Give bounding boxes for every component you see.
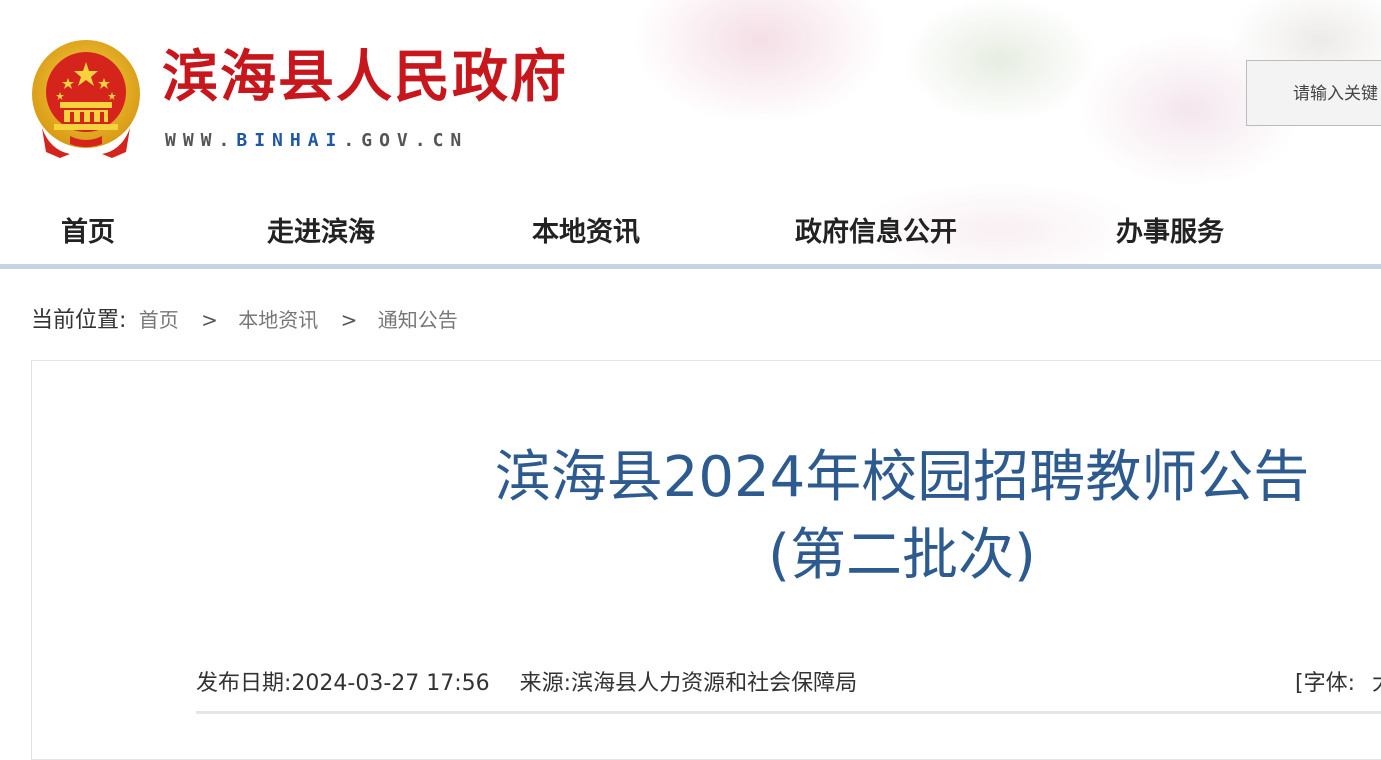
breadcrumb-separator: > [201, 308, 218, 332]
main-nav: 首页 走进滨海 本地资讯 政府信息公开 办事服务 [0, 190, 1381, 266]
breadcrumb-link-local-news[interactable]: 本地资讯 [238, 308, 318, 332]
breadcrumb-link-home[interactable]: 首页 [139, 308, 179, 332]
breadcrumb-lead: 当前位置: [31, 308, 127, 333]
site-url-domain: BINHAI [236, 130, 344, 151]
article-meta: 发布日期:2024-03-27 17:56 来源:滨海县人力资源和社会保障局 [196, 665, 857, 697]
publish-date: 2024-03-27 17:56 [291, 671, 490, 696]
site-title[interactable]: 滨海县人民政府 [162, 44, 568, 110]
article-title-line1: 滨海县2024年校园招聘教师公告 [494, 445, 1310, 510]
meta-divider [196, 711, 1381, 714]
article-title-line2: (第二批次) [768, 523, 1036, 588]
breadcrumb-link-notices[interactable]: 通知公告 [378, 308, 458, 332]
site-header: 滨海县人民政府 WWW.BINHAI.GOV.CN 请输入关键 首页 走进滨海 … [0, 0, 1381, 266]
article-title: 滨海县2024年校园招聘教师公告 (第二批次) [442, 439, 1362, 595]
nav-divider [0, 264, 1381, 269]
nav-item-home[interactable]: 首页 [61, 210, 115, 249]
font-label: [字体: [1295, 671, 1355, 696]
nav-item-about-binhai[interactable]: 走进滨海 [267, 210, 375, 249]
nav-item-local-news[interactable]: 本地资讯 [532, 210, 640, 249]
site-url-prefix: WWW. [165, 130, 237, 151]
source-value: 滨海县人力资源和社会保障局 [571, 671, 858, 696]
breadcrumb: 当前位置: 首页 > 本地资讯 > 通知公告 [31, 302, 458, 334]
nav-item-gov-info[interactable]: 政府信息公开 [795, 210, 957, 249]
search-input[interactable]: 请输入关键 [1246, 60, 1381, 126]
national-emblem-icon [32, 40, 140, 158]
font-size-control: [字体: 大 [1295, 665, 1381, 697]
source-label: 来源: [519, 671, 572, 696]
article-container: 滨海县2024年校园招聘教师公告 (第二批次) 发布日期:2024-03-27 … [31, 360, 1381, 760]
breadcrumb-separator: > [340, 308, 358, 332]
publish-label: 发布日期: [196, 671, 292, 696]
font-size-large-link[interactable]: 大 [1372, 671, 1381, 696]
site-url: WWW.BINHAI.GOV.CN [165, 130, 468, 151]
nav-item-services[interactable]: 办事服务 [1116, 210, 1224, 249]
site-url-suffix: .GOV.CN [343, 130, 469, 151]
